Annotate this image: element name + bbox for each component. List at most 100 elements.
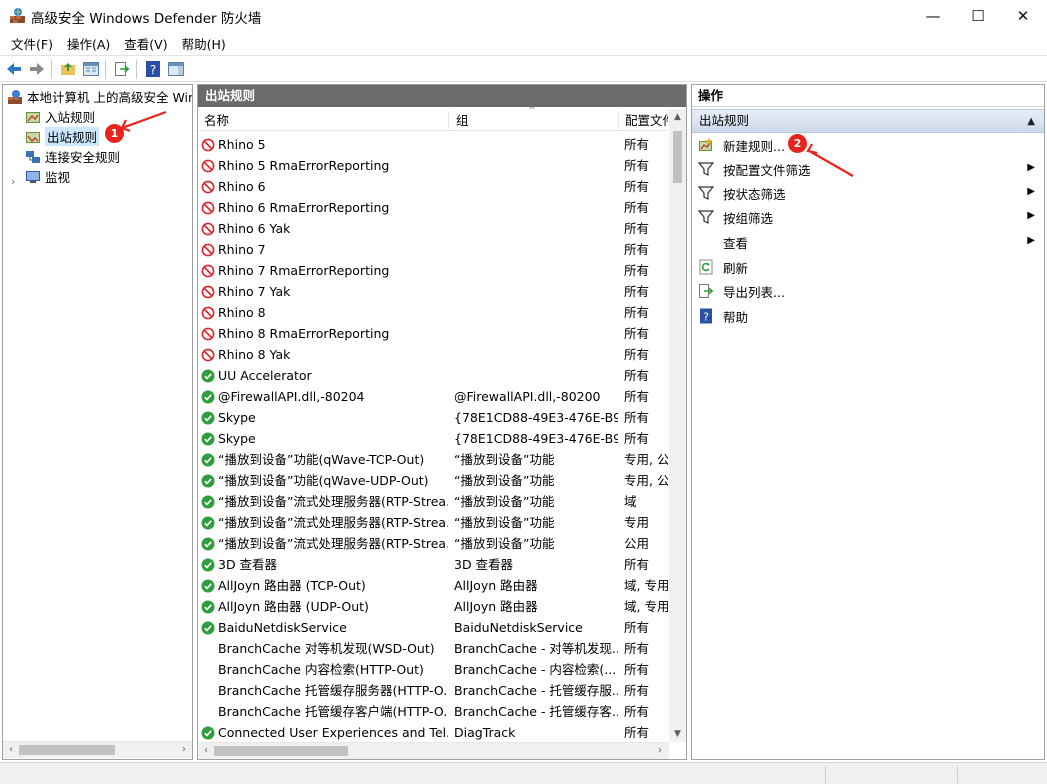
rule-row[interactable]: UU Accelerator 所有 [198,365,668,386]
menu-view[interactable]: 查看(V) [117,34,174,53]
scroll-thumb[interactable] [673,131,682,183]
rule-row[interactable]: “播放到设备”流式处理服务器(RTP-Strea... “播放到设备”功能 公用 [198,533,668,554]
rule-row[interactable]: Rhino 8 Yak 所有 [198,344,668,365]
rule-row[interactable]: AllJoyn 路由器 (TCP-Out) AllJoyn 路由器 域, 专用 [198,575,668,596]
rule-profile-cell: 所有 [624,263,650,278]
actions-section-header[interactable]: 出站规则 ▲ [692,109,1044,133]
rule-row[interactable]: Rhino 7 Yak 所有 [198,281,668,302]
back-arrow-icon[interactable] [5,60,23,78]
export-icon[interactable] [113,60,131,78]
allowed-check-icon [201,432,215,445]
rule-row[interactable]: BranchCache 托管缓存服务器(HTTP-O... BranchCache… [198,680,668,701]
rule-row[interactable]: @FirewallAPI.dll,-80204 @FirewallAPI.dll,… [198,386,668,407]
action-filter-by-profile[interactable]: 按配置文件筛选 ▶ [692,157,1044,181]
column-header: 名称 组 配置文件 [198,109,668,131]
rule-name-cell: Rhino 8 RmaErrorReporting [201,323,448,344]
rule-row[interactable]: Rhino 8 所有 [198,302,668,323]
scroll-down-icon[interactable]: ▼ [669,726,686,742]
allowed-check-icon [201,495,215,508]
rule-profile-cell: 所有 [624,347,650,362]
rule-row[interactable]: “播放到设备”功能(qWave-TCP-Out) “播放到设备”功能 专用, 公 [198,449,668,470]
scroll-thumb[interactable] [19,745,115,755]
menu-help[interactable]: 帮助(H) [175,34,233,53]
rule-row[interactable]: BranchCache 对等机发现(WSD-Out) BranchCache - … [198,638,668,659]
status-bar [0,762,1047,784]
action-help[interactable]: ? 帮助 [692,304,1044,328]
tree-item-label: 连接安全规则 [45,150,121,165]
help-icon[interactable]: ? [144,60,162,78]
scroll-right-icon[interactable]: › [177,743,191,757]
tree-horizontal-scrollbar[interactable]: ‹ › [3,741,192,758]
rule-row[interactable]: “播放到设备”功能(qWave-UDP-Out) “播放到设备”功能 专用, 公 [198,470,668,491]
rule-row[interactable]: Rhino 6 RmaErrorReporting 所有 [198,197,668,218]
menu-file[interactable]: 文件(F) [4,34,60,53]
action-pane-icon[interactable] [167,60,185,78]
rules-vertical-scrollbar[interactable]: ▲ ▼ [669,109,686,742]
scroll-thumb[interactable] [214,746,348,756]
rule-name: 3D 查看器 [218,557,278,572]
filter-icon [698,162,714,176]
expand-chevron-icon[interactable]: › [11,175,19,188]
rule-row[interactable]: Connected User Experiences and Tel... Dia… [198,722,668,743]
action-filter-by-group[interactable]: 按组筛选 ▶ [692,205,1044,229]
rule-profile-cell: 所有 [624,410,650,425]
close-button[interactable]: ✕ [1000,0,1046,32]
rule-group-cell: “播放到设备”功能 [454,473,555,488]
rule-name-cell: Rhino 7 Yak [201,281,448,302]
maximize-button[interactable]: ☐ [955,0,1001,32]
rule-row[interactable]: Rhino 7 RmaErrorReporting 所有 [198,260,668,281]
collapse-triangle-icon[interactable]: ▲ [1027,111,1035,133]
scroll-right-icon[interactable]: › [653,744,667,758]
show-tree-icon[interactable] [82,60,100,78]
rule-row[interactable]: Skype {78E1CD88-49E3-476E-B9... 所有 [198,407,668,428]
tree-root[interactable]: 本地计算机 上的高级安全 Windows Defender 防火墙 [7,87,192,106]
rule-row[interactable]: Rhino 5 RmaErrorReporting 所有 [198,155,668,176]
rule-row[interactable]: Rhino 7 所有 [198,239,668,260]
column-divider[interactable] [448,111,449,129]
forward-arrow-icon[interactable] [28,60,46,78]
action-filter-by-state[interactable]: 按状态筛选 ▶ [692,181,1044,205]
rule-row[interactable]: BranchCache 内容检索(HTTP-Out) BranchCache - … [198,659,668,680]
rule-row[interactable]: Rhino 6 Yak 所有 [198,218,668,239]
minimize-button[interactable]: — [910,0,956,32]
rule-group-cell: AllJoyn 路由器 [454,599,538,614]
tree-item-monitor[interactable]: 监视 [25,167,70,186]
action-export-list[interactable]: 导出列表... [692,279,1044,303]
rule-row[interactable]: AllJoyn 路由器 (UDP-Out) AllJoyn 路由器 域, 专用 [198,596,668,617]
rule-name: Rhino 7 Yak [218,284,291,299]
rule-row[interactable]: Rhino 8 RmaErrorReporting 所有 [198,323,668,344]
scroll-left-icon[interactable]: ‹ [4,743,18,757]
rule-row[interactable]: “播放到设备”流式处理服务器(RTP-Strea... “播放到设备”功能 专用 [198,512,668,533]
rule-name-cell: Rhino 6 RmaErrorReporting [201,197,448,218]
column-profile[interactable]: 配置文件 [619,109,668,131]
tree-item-label: 监视 [45,170,71,185]
tree-item-connection-security[interactable]: 连接安全规则 [25,147,120,166]
rules-horizontal-scrollbar[interactable]: ‹ › [198,742,669,759]
tree-item-inbound[interactable]: 入站规则 [25,107,95,126]
rule-group-cell: BaiduNetdiskService [454,620,583,635]
rule-row[interactable]: Skype {78E1CD88-49E3-476E-B9... 所有 [198,428,668,449]
rule-name-cell: UU Accelerator [201,365,448,386]
action-refresh[interactable]: 刷新 [692,255,1044,279]
rule-profile-cell: 域, 专用 [624,578,668,593]
scroll-up-icon[interactable]: ▲ [669,109,686,125]
rule-row[interactable]: 3D 查看器 3D 查看器 所有 [198,554,668,575]
action-view[interactable]: 查看 ▶ [692,230,1044,254]
rule-row[interactable]: BranchCache 托管缓存客户端(HTTP-O... BranchCache… [198,701,668,722]
action-new-rule[interactable]: 新建规则... [692,133,1044,157]
scroll-left-icon[interactable]: ‹ [199,744,213,758]
rule-row[interactable]: Rhino 5 所有 [198,134,668,155]
rule-row[interactable]: “播放到设备”流式处理服务器(RTP-Strea... “播放到设备”功能 域 [198,491,668,512]
action-label: 按状态筛选 [723,186,786,202]
rule-row[interactable]: BaiduNetdiskService BaiduNetdiskService 所有 [198,617,668,638]
rule-name: BranchCache 对等机发现(WSD-Out) [218,641,435,656]
up-folder-icon[interactable] [59,60,77,78]
rule-row[interactable]: Rhino 6 所有 [198,176,668,197]
outbound-rules-icon [26,131,40,143]
column-name[interactable]: 名称 [198,109,448,131]
blocked-icon [201,138,215,151]
menu-action[interactable]: 操作(A) [60,34,117,53]
title-bar: 高级安全 Windows Defender 防火墙 — ☐ ✕ [0,0,1047,32]
tree-item-outbound[interactable]: 出站规则 [25,127,100,146]
rule-name: BranchCache 托管缓存客户端(HTTP-O... [218,704,448,719]
